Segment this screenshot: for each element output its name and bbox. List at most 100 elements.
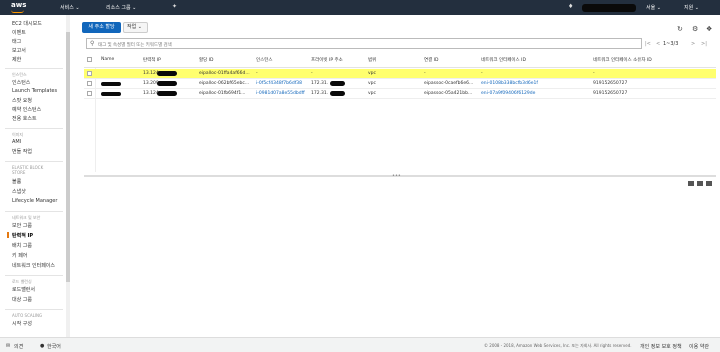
sidebar-item-key-pairs[interactable]: 키 페어 [12, 252, 27, 259]
sidebar-item-dedicated-hosts[interactable]: 전용 호스트 [12, 115, 37, 122]
table-row[interactable]: 13.209 eipalloc-062bf65ebc... i-0f5cf434… [84, 79, 716, 89]
cell-allocation-id: eipalloc-062bf65ebc... [199, 81, 250, 86]
cell-allocation-id: eipalloc-01fb694f1... [199, 91, 246, 96]
column-header-association-id[interactable]: 연결 ID [424, 57, 439, 63]
column-header-allocation-id[interactable]: 할당 ID [199, 57, 214, 63]
support-menu[interactable]: 지원 ⌄ [684, 4, 699, 11]
cell-allocation-id: eipalloc-01ffa4af66d... [199, 71, 250, 76]
sidebar-item-ec2-dashboard[interactable]: EC2 대시보드 [12, 20, 42, 27]
select-all-checkbox[interactable] [87, 57, 92, 62]
sidebar-item-elastic-ips[interactable]: 탄력적 IP [6, 232, 33, 239]
sidebar-item-ami[interactable]: AMI [12, 139, 21, 145]
globe-icon: ● [40, 343, 45, 349]
cell-owner-id: 919152650727 [593, 91, 628, 96]
cell-network-interface-id: - [481, 71, 483, 76]
sidebar-section-auto-scaling: AUTO SCALING [12, 313, 43, 318]
sidebar-item-instances[interactable]: 인스턴스 [12, 79, 30, 86]
sidebar-item-lifecycle-manager[interactable]: Lifecycle Manager [12, 198, 57, 204]
redacted-ip-suffix [330, 91, 345, 96]
column-header-elastic-ip[interactable]: 탄력적 IP [143, 57, 161, 63]
sidebar-item-tags[interactable]: 태그 [12, 38, 21, 45]
cell-network-interface-link[interactable]: eni-07a9f09406f6129de [481, 91, 535, 96]
sidebar-section-ebs-store: STORE [12, 170, 26, 175]
pin-icon[interactable]: ✦ [172, 3, 177, 10]
column-header-network-interface-owner[interactable]: 네트워크 인터페이스 소유자 ID [593, 57, 652, 63]
resource-groups-menu[interactable]: 리소스 그룹 ⌄ [106, 4, 136, 11]
sidebar-scrollbar-thumb[interactable] [66, 32, 70, 282]
previous-page-button[interactable]: < [656, 41, 660, 47]
sidebar-item-target-groups[interactable]: 대상 그룹 [12, 296, 32, 303]
sidebar-item-launch-templates[interactable]: Launch Templates [12, 88, 57, 94]
search-icon: ⚲ [90, 40, 95, 47]
column-header-name[interactable]: Name [101, 57, 114, 62]
column-header-network-interface-id[interactable]: 네트워크 인터페이스 ID [481, 57, 526, 63]
row-checkbox[interactable] [87, 91, 92, 96]
feedback-icon: ✉ [6, 343, 11, 349]
sidebar-section-load-balancing: 로드 밸런싱 [12, 279, 32, 284]
sidebar-item-events[interactable]: 이벤트 [12, 29, 26, 36]
sidebar-item-load-balancers[interactable]: 로드밸런서 [12, 286, 35, 293]
redacted-name [101, 82, 121, 86]
sidebar-item-reports[interactable]: 보고서 [12, 47, 26, 54]
sidebar-item-placement-groups[interactable]: 배치 그룹 [12, 242, 32, 249]
row-checkbox[interactable] [87, 71, 92, 76]
cell-owner-id: 919152650727 [593, 81, 628, 86]
cell-network-interface-link[interactable]: eni-0108b338bcfb3d6e1f [481, 81, 538, 86]
feedback-link[interactable]: 의견 [14, 343, 23, 350]
column-header-private-ip[interactable]: 프라이빗 IP 주소 [311, 57, 343, 63]
panel-layout-bottom-icon[interactable] [688, 181, 694, 186]
privacy-policy-link[interactable]: 개인 정보 보호 정책 [640, 343, 682, 350]
row-checkbox[interactable] [87, 81, 92, 86]
refresh-icon[interactable]: ↻ [677, 25, 683, 33]
actions-dropdown-button[interactable]: 작업 ⌄ [123, 22, 148, 33]
table-row[interactable]: 13.124 eipalloc-01ffa4af66d... - - vpc -… [84, 69, 716, 79]
search-bar[interactable]: ⚲ [86, 38, 642, 49]
aws-logo-text: aws [11, 1, 27, 9]
sidebar-item-security-groups[interactable]: 보안 그룹 [12, 222, 32, 229]
sidebar-divider [5, 211, 63, 212]
first-page-button[interactable]: |< [645, 41, 651, 47]
region-menu[interactable]: 서울 ⌄ [646, 4, 661, 11]
footer-bar: ✉ 의견 ● 한국어 © 2008 - 2018, Amazon Web Ser… [0, 337, 720, 352]
search-input[interactable] [98, 40, 598, 48]
sidebar-item-volumes[interactable]: 볼륨 [12, 178, 21, 185]
services-menu[interactable]: 서비스 ⌄ [60, 4, 80, 11]
table-row[interactable]: 13.124 eipalloc-01fb694f1... i-0981d07a8… [84, 89, 716, 99]
aws-logo[interactable]: aws [9, 1, 27, 14]
redacted-ip-suffix [157, 71, 177, 76]
copyright-text: © 2008 - 2018, Amazon Web Services, Inc.… [484, 343, 632, 348]
help-icon[interactable]: ❖ [706, 25, 712, 33]
column-header-scope[interactable]: 범위 [368, 57, 376, 63]
cell-association-id: - [424, 71, 426, 76]
sidebar-divider [5, 161, 63, 162]
last-page-button[interactable]: >| [701, 41, 707, 47]
cell-instance-link[interactable]: i-0f5cf4348f7b6df38 [256, 81, 302, 86]
sidebar-item-launch-configurations[interactable]: 시작 구성 [12, 320, 32, 327]
sidebar-item-snapshots[interactable]: 스냅샷 [12, 188, 26, 195]
sidebar-divider [5, 309, 63, 310]
sidebar-item-reserved-instances[interactable]: 예약 인스턴스 [12, 106, 41, 113]
gear-icon[interactable]: ⚙ [692, 25, 698, 33]
sidebar-item-spot-requests[interactable]: 스팟 요청 [12, 97, 32, 104]
table-header: Name 탄력적 IP 할당 ID 인스턴스 프라이빗 IP 주소 범위 연결 … [84, 52, 716, 68]
redacted-ip-suffix [330, 81, 345, 86]
sidebar-item-limits[interactable]: 제한 [12, 56, 21, 63]
sidebar-item-bundle-tasks[interactable]: 번들 작업 [12, 148, 32, 155]
cell-private-ip: 172.31. [311, 91, 329, 96]
redacted-account-name[interactable] [582, 4, 636, 12]
cell-owner-id: - [593, 71, 595, 76]
panel-layout-top-icon[interactable] [706, 181, 712, 186]
cell-private-ip: 172.31. [311, 81, 329, 86]
sidebar-section-instances: 인스턴스 [12, 72, 27, 77]
cell-instance-link[interactable]: i-0981d07a8e55dbdff [256, 91, 305, 96]
next-page-button[interactable]: > [691, 41, 695, 47]
sidebar-item-network-interfaces[interactable]: 네트워크 인터페이스 [12, 262, 55, 269]
resize-grip-icon[interactable]: ••• [392, 173, 401, 179]
terms-link[interactable]: 이용 약관 [689, 343, 709, 350]
top-navigation-bar: aws 서비스 ⌄ 리소스 그룹 ⌄ ✦ ♦ 서울 ⌄ 지원 ⌄ [0, 0, 720, 15]
panel-layout-split-icon[interactable] [697, 181, 703, 186]
allocate-new-address-button[interactable]: 새 주소 할당 [82, 22, 121, 33]
column-header-instance[interactable]: 인스턴스 [256, 57, 273, 63]
language-selector[interactable]: 한국어 [47, 343, 61, 350]
bell-icon[interactable]: ♦ [568, 3, 573, 10]
